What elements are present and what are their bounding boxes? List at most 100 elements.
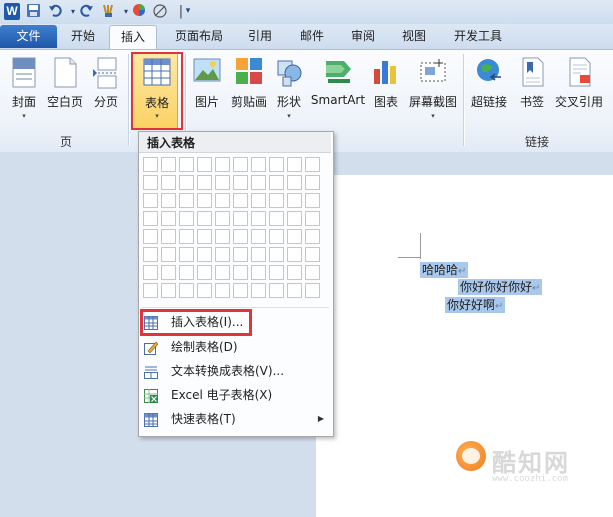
table-grid-cell[interactable] [197, 193, 212, 208]
table-grid-cell[interactable] [161, 211, 176, 226]
table-grid-cell[interactable] [215, 265, 230, 280]
table-grid-cell[interactable] [161, 265, 176, 280]
table-grid-cell[interactable] [143, 247, 158, 262]
table-grid-cell[interactable] [215, 229, 230, 244]
table-grid-cell[interactable] [251, 247, 266, 262]
table-grid-cell[interactable] [269, 193, 284, 208]
table-grid-cell[interactable] [251, 157, 266, 172]
table-grid-cell[interactable] [287, 265, 302, 280]
menu-item-quick-tables[interactable]: 快速表格(T) ▶ [140, 408, 330, 430]
table-grid-cell[interactable] [251, 283, 266, 298]
table-grid-cell[interactable] [233, 211, 248, 226]
smartart-button[interactable]: SmartArt [309, 55, 367, 127]
table-grid-cell[interactable] [143, 283, 158, 298]
clear-format-icon[interactable] [152, 3, 168, 20]
undo-icon[interactable] [47, 3, 63, 20]
cover-page-button[interactable]: 封面 ▾ [6, 55, 42, 127]
redo-icon[interactable] [78, 3, 94, 20]
table-grid-cell[interactable] [305, 193, 320, 208]
table-grid-cell[interactable] [269, 265, 284, 280]
table-grid-cell[interactable] [161, 247, 176, 262]
tab-file[interactable]: 文件 [0, 25, 57, 48]
tab-mailings[interactable]: 邮件 [292, 24, 332, 49]
table-grid-cell[interactable] [269, 283, 284, 298]
table-grid-cell[interactable] [215, 175, 230, 190]
table-grid-cell[interactable] [143, 265, 158, 280]
table-grid-cell[interactable] [179, 229, 194, 244]
hyperlink-button[interactable]: 超链接 [466, 55, 512, 127]
table-grid-cell[interactable] [233, 193, 248, 208]
table-grid-cell[interactable] [305, 211, 320, 226]
document-line[interactable]: 哈哈哈↵ [420, 262, 469, 278]
format-painter-icon[interactable] [101, 3, 117, 20]
bookmark-button[interactable]: 书签 [514, 55, 550, 127]
tab-insert[interactable]: 插入 [109, 25, 157, 50]
tab-page-layout[interactable]: 页面布局 [168, 24, 230, 49]
table-grid-cell[interactable] [197, 211, 212, 226]
table-grid-cell[interactable] [143, 211, 158, 226]
tab-home[interactable]: 开始 [63, 24, 103, 49]
table-grid-cell[interactable] [179, 175, 194, 190]
table-grid-cell[interactable] [251, 229, 266, 244]
table-grid-cell[interactable] [143, 229, 158, 244]
screenshot-button[interactable]: 屏幕截图 ▾ [406, 55, 460, 127]
table-grid-cell[interactable] [143, 157, 158, 172]
save-icon[interactable] [25, 3, 41, 20]
table-grid-cell[interactable] [161, 157, 176, 172]
table-grid-cell[interactable] [179, 265, 194, 280]
table-grid-cell[interactable] [233, 283, 248, 298]
table-grid-cell[interactable] [197, 247, 212, 262]
table-grid-cell[interactable] [269, 211, 284, 226]
table-grid-cell[interactable] [305, 247, 320, 262]
table-grid-cell[interactable] [233, 247, 248, 262]
word-logo-icon[interactable]: W [4, 3, 20, 20]
table-grid-cell[interactable] [215, 193, 230, 208]
page-break-button[interactable]: 分页 [88, 55, 124, 127]
table-grid-cell[interactable] [161, 193, 176, 208]
table-grid-cell[interactable] [233, 229, 248, 244]
shapes-button[interactable]: 形状 ▾ [272, 55, 306, 127]
menu-item-excel-spreadsheet[interactable]: Excel 电子表格(X) [140, 384, 330, 406]
table-grid-cell[interactable] [197, 157, 212, 172]
table-grid-cell[interactable] [269, 157, 284, 172]
menu-item-draw-table[interactable]: 绘制表格(D) [140, 336, 330, 358]
table-grid-cell[interactable] [305, 229, 320, 244]
customize-qat-icon[interactable]: ▾ [180, 3, 196, 20]
chart-button[interactable]: 图表 [369, 55, 403, 127]
table-grid-cell[interactable] [287, 229, 302, 244]
table-grid-cell[interactable] [305, 175, 320, 190]
table-grid-cell[interactable] [161, 229, 176, 244]
table-grid-cell[interactable] [287, 247, 302, 262]
table-grid-cell[interactable] [215, 247, 230, 262]
document-line[interactable]: 你好好啊↵ [445, 297, 506, 313]
table-grid-cell[interactable] [179, 283, 194, 298]
menu-item-insert-table[interactable]: 插入表格(I)... [140, 311, 330, 333]
cross-reference-button[interactable]: 交叉引用 [551, 55, 607, 127]
table-grid-cell[interactable] [269, 175, 284, 190]
table-grid-cell[interactable] [251, 193, 266, 208]
table-grid-cell[interactable] [143, 175, 158, 190]
table-grid-cell[interactable] [215, 283, 230, 298]
table-size-grid[interactable] [143, 157, 329, 303]
table-grid-cell[interactable] [269, 247, 284, 262]
table-grid-cell[interactable] [197, 265, 212, 280]
color-wheel-icon[interactable] [131, 3, 147, 20]
table-grid-cell[interactable] [287, 175, 302, 190]
table-grid-cell[interactable] [269, 229, 284, 244]
table-grid-cell[interactable] [305, 265, 320, 280]
table-grid-cell[interactable] [287, 211, 302, 226]
tab-references[interactable]: 引用 [240, 24, 280, 49]
table-grid-cell[interactable] [179, 193, 194, 208]
table-grid-cell[interactable] [197, 175, 212, 190]
tab-developer[interactable]: 开发工具 [447, 24, 509, 49]
tab-view[interactable]: 视图 [394, 24, 434, 49]
table-grid-cell[interactable] [251, 175, 266, 190]
table-grid-cell[interactable] [251, 265, 266, 280]
table-grid-cell[interactable] [287, 157, 302, 172]
table-grid-cell[interactable] [161, 175, 176, 190]
table-grid-cell[interactable] [287, 283, 302, 298]
table-grid-cell[interactable] [233, 157, 248, 172]
table-grid-cell[interactable] [143, 193, 158, 208]
table-grid-cell[interactable] [215, 157, 230, 172]
table-button[interactable]: 表格 ▾ [131, 52, 183, 130]
